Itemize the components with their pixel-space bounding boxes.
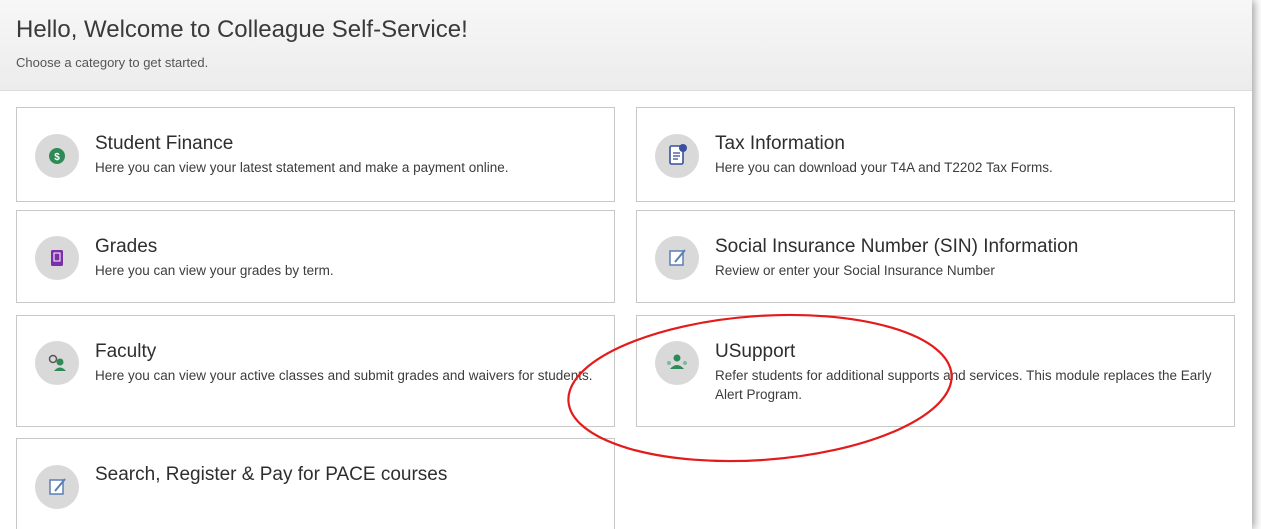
tile-title: Tax Information: [715, 133, 845, 154]
page-title: Hello, Welcome to Colleague Self-Service…: [16, 16, 468, 43]
tile-title: Search, Register & Pay for PACE courses: [95, 464, 448, 485]
tile-grades[interactable]: Grades Here you can view your grades by …: [16, 210, 615, 303]
tile-description: Here you can view your grades by term.: [95, 263, 334, 278]
edit-form-icon: [655, 236, 699, 280]
faculty-users-icon: [35, 341, 79, 385]
tile-tax-information[interactable]: Tax Information Here you can download yo…: [636, 107, 1235, 202]
tile-description: Here you can download your T4A and T2202…: [715, 160, 1053, 175]
tile-description: Refer students for additional supports a…: [715, 368, 1212, 402]
tile-title: USupport: [715, 341, 796, 362]
tile-sin-information[interactable]: Social Insurance Number (SIN) Informatio…: [636, 210, 1235, 303]
tile-description: Here you can view your latest statement …: [95, 160, 509, 175]
edit-form-icon: [35, 465, 79, 509]
tile-title: Social Insurance Number (SIN) Informatio…: [715, 236, 1079, 257]
tile-title: Grades: [95, 236, 158, 257]
page-container: Hello, Welcome to Colleague Self-Service…: [0, 0, 1252, 529]
tile-student-finance[interactable]: $ Student Finance Here you can view your…: [16, 107, 615, 202]
tile-title: Faculty: [95, 341, 157, 362]
tile-usupport[interactable]: USupport Refer students for additional s…: [636, 315, 1235, 427]
tax-document-icon: [655, 134, 699, 178]
dollar-coin-icon: $: [35, 134, 79, 178]
tile-title: Student Finance: [95, 133, 234, 154]
tile-faculty[interactable]: Faculty Here you can view your active cl…: [16, 315, 615, 427]
grade-book-icon: [35, 236, 79, 280]
tile-pace-courses[interactable]: Search, Register & Pay for PACE courses: [16, 438, 615, 529]
tile-description: Here you can view your active classes an…: [95, 368, 593, 383]
tile-description: Review or enter your Social Insurance Nu…: [715, 263, 995, 278]
welcome-header: Hello, Welcome to Colleague Self-Service…: [0, 0, 1252, 91]
page-subtitle: Choose a category to get started.: [16, 55, 209, 70]
svg-text:$: $: [54, 152, 60, 163]
support-people-icon: [655, 341, 699, 385]
